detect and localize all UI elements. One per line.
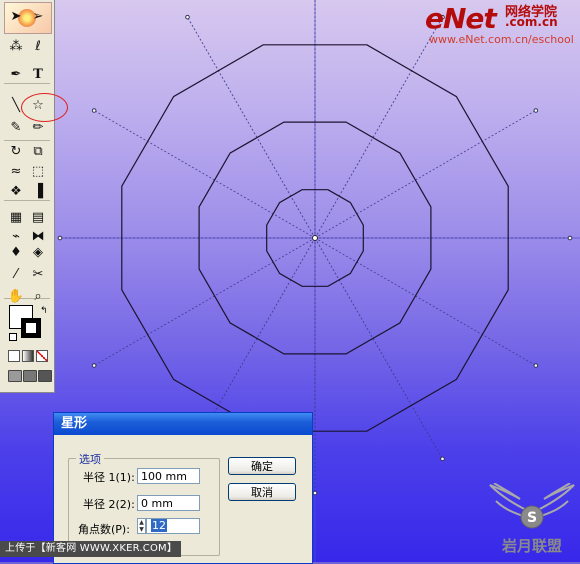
spoke-endpoint <box>533 108 539 113</box>
dialog-title: 星形 <box>54 413 312 435</box>
spoke-endpoint <box>185 14 190 20</box>
enet-url: www.eNet.com.cn/eschool <box>429 33 574 46</box>
slice-icon[interactable]: ⁄ <box>6 266 26 283</box>
star-icon[interactable]: ☆ <box>28 97 48 114</box>
lasso-icon[interactable]: ℓ <box>28 38 48 55</box>
spoke-endpoint <box>57 235 63 241</box>
none-mode-icon[interactable] <box>36 350 48 362</box>
type-icon[interactable]: T <box>28 66 48 83</box>
scissors-icon[interactable]: ✂ <box>28 266 48 283</box>
star-spoke <box>93 237 316 366</box>
symbol-sprayer-icon[interactable]: ❖ <box>6 183 26 200</box>
logo-letter: S <box>527 510 537 526</box>
live-paint-selection-icon[interactable]: ◈ <box>28 244 48 261</box>
free-transform-icon[interactable]: ⬚ <box>28 163 48 180</box>
cancel-button[interactable]: 取消 <box>228 483 296 501</box>
spoke-endpoint <box>91 108 97 113</box>
blend-icon[interactable]: ⧓ <box>28 228 48 245</box>
radius1-label: 半径 1(1): <box>83 471 135 484</box>
mesh-icon[interactable]: ▦ <box>6 209 26 226</box>
radius2-field[interactable]: 0 mm <box>137 495 200 511</box>
spoke-endpoint <box>91 363 97 368</box>
spoke-endpoint <box>312 490 318 496</box>
spoke-endpoint <box>533 363 539 368</box>
warp-icon[interactable]: ≈ <box>6 163 26 180</box>
wings-logo: S 岩月联盟 <box>489 483 575 555</box>
paintbrush-icon[interactable]: ✎ <box>6 119 26 136</box>
enet-domain: .com.cn <box>505 15 558 29</box>
ok-button[interactable]: 确定 <box>228 457 296 475</box>
toolbox-divider <box>4 83 50 84</box>
gradient-icon[interactable]: ▤ <box>28 209 48 226</box>
color-mode-icon[interactable] <box>8 350 20 362</box>
rotate-icon[interactable]: ↻ <box>6 143 26 160</box>
points-stepper[interactable]: ▲ ▼ <box>137 518 146 534</box>
stroke-swatch[interactable] <box>21 318 41 338</box>
live-paint-bucket-icon[interactable]: ♦ <box>6 244 26 261</box>
upload-caption: 上传于【新客网 WWW.XKER.COM】 <box>0 541 182 557</box>
center-point <box>312 235 318 241</box>
points-label: 角点数(P): <box>78 523 130 536</box>
zoom-icon[interactable]: ⌕ <box>28 288 48 305</box>
spoke-endpoint <box>567 235 573 241</box>
column-graph-icon[interactable]: ▐ <box>28 183 48 200</box>
star-spoke <box>314 16 443 239</box>
toolbox-panel: ↰ ➤ ➢ ⁂ ℓ ✒ T ╲ ☆ ✎ ✏ ↻ ⧉ ≈ ⬚ ❖ ▐ ▦ ▤ ⌁ ⧓ ♦ ◈ ⁄ ✂ ✋ ⌕ <box>0 0 68 393</box>
star-spoke <box>314 237 537 366</box>
default-colors-icon[interactable] <box>9 333 17 341</box>
options-group-label: 选项 <box>76 451 104 467</box>
scale-icon[interactable]: ⧉ <box>28 143 48 160</box>
swap-icon[interactable]: ↰ <box>40 306 48 316</box>
star-spoke <box>314 110 537 239</box>
pencil-icon[interactable]: ✏ <box>28 119 48 136</box>
radius1-field[interactable]: 100 mm <box>137 468 200 484</box>
toolbox-divider <box>4 200 50 201</box>
toolbox-divider <box>4 140 50 141</box>
gradient-mode-icon[interactable] <box>22 350 34 362</box>
hand-icon[interactable]: ✋ <box>6 288 26 305</box>
pen-icon[interactable]: ✒ <box>6 66 26 83</box>
star-spoke <box>314 237 443 460</box>
logo-text: 岩月联盟 <box>501 537 562 555</box>
screen-mode-standard-icon[interactable] <box>8 370 22 382</box>
eyedropper-icon[interactable]: ⌁ <box>6 228 26 245</box>
enet-logo: eNet <box>425 2 497 35</box>
star-spoke <box>187 16 316 239</box>
points-value: 12 <box>151 519 167 532</box>
selection-icon[interactable]: ➤ <box>6 8 26 25</box>
screen-mode-full-icon[interactable] <box>38 370 52 382</box>
magic-wand-icon[interactable]: ⁂ <box>6 38 26 55</box>
direct-selection-icon[interactable]: ➢ <box>28 8 48 25</box>
star-spoke <box>93 110 316 239</box>
spoke-endpoint <box>440 456 445 462</box>
line-segment-icon[interactable]: ╲ <box>6 97 26 114</box>
screen-mode-menu-icon[interactable] <box>23 370 37 382</box>
radius2-label: 半径 2(2): <box>83 498 135 511</box>
